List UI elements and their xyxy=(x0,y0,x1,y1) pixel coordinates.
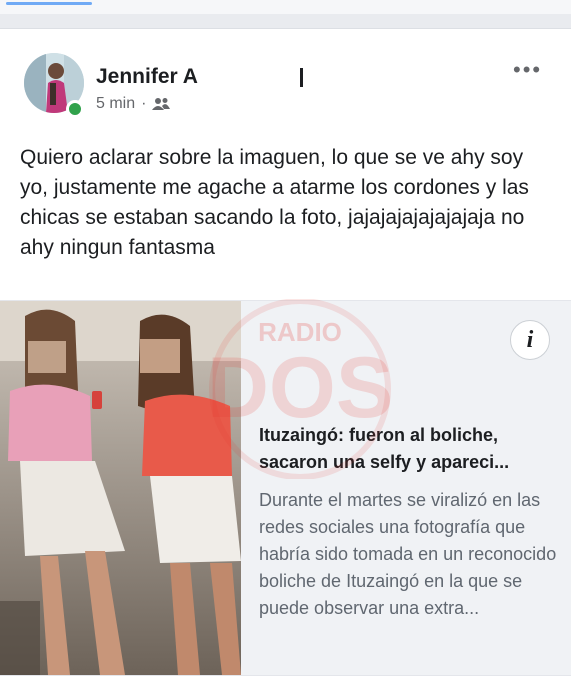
author-name[interactable]: Jennifer A xyxy=(96,65,198,89)
link-preview-title[interactable]: Ituzaingó: fueron al boliche, sacaron un… xyxy=(259,422,559,476)
more-options-icon[interactable]: ••• xyxy=(513,57,542,83)
info-icon[interactable]: i xyxy=(510,320,550,360)
top-tab-strip xyxy=(0,0,571,14)
link-preview-text-panel[interactable]: i Ituzaingó: fueron al boliche, sacaron … xyxy=(241,301,571,675)
link-preview-image[interactable] xyxy=(0,301,241,675)
meta-separator: · xyxy=(141,95,147,112)
post-card: Jennifer A 5 min · ••• Quiero aclarar so… xyxy=(0,28,571,676)
selfie-photo xyxy=(0,301,241,675)
redaction-mark xyxy=(300,68,303,87)
link-preview-description: Durante el martes se viralizó en las red… xyxy=(259,490,557,618)
friends-icon[interactable] xyxy=(152,97,171,111)
online-status-dot xyxy=(66,100,84,118)
redacted-name-area xyxy=(212,65,332,91)
active-tab-indicator xyxy=(6,2,92,5)
post-timestamp[interactable]: 5 min xyxy=(96,95,135,113)
post-message: Quiero aclarar sobre la imaguen, lo que … xyxy=(20,146,529,259)
link-preview[interactable]: i Ituzaingó: fueron al boliche, sacaron … xyxy=(0,299,571,676)
post-meta: 5 min · xyxy=(96,95,171,113)
